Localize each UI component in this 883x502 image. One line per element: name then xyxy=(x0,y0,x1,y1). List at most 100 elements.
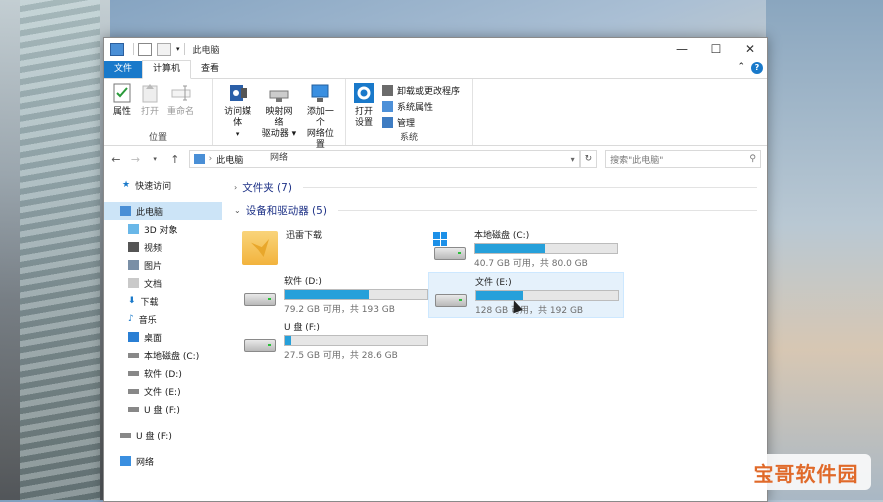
drive-f-tile[interactable]: U 盘 (F:) 27.5 GB 可用，共 28.6 GB xyxy=(238,318,432,362)
thunder-download-folder[interactable]: 迅雷下载 xyxy=(238,226,432,270)
watermark: 宝哥软件园 xyxy=(741,454,871,490)
drive-icon xyxy=(128,370,139,376)
tab-computer[interactable]: 计算机 xyxy=(142,60,192,79)
open-icon xyxy=(142,84,158,103)
nav-quick-access[interactable]: ★ 快速访问 xyxy=(104,176,222,194)
windows-drive-icon xyxy=(128,352,139,358)
window-title: 此电脑 xyxy=(192,45,220,56)
network-location-icon xyxy=(311,84,329,102)
media-icon xyxy=(229,85,247,101)
search-icon: ⚲ xyxy=(749,154,756,164)
nav-drive-c[interactable]: 本地磁盘 (C:) xyxy=(104,346,222,364)
uninstall-programs-button[interactable]: 卸载或更改程序 xyxy=(382,84,460,97)
folders-section-header[interactable]: › 文件夹 (7) xyxy=(234,180,767,195)
up-button[interactable]: ↑ xyxy=(169,153,181,166)
devices-section-header[interactable]: ⌄ 设备和驱动器 (5) xyxy=(234,203,767,218)
chevron-right-icon: › xyxy=(234,183,238,192)
map-drive-button[interactable]: 映射网络 驱动器 ▾ xyxy=(258,82,299,151)
address-input[interactable]: › 此电脑 ▾ xyxy=(188,150,580,168)
address-path: 此电脑 xyxy=(216,155,244,166)
drive-c-tile[interactable]: 本地磁盘 (C:) 40.7 GB 可用，共 80.0 GB xyxy=(428,226,622,270)
nav-this-pc[interactable]: 此电脑 xyxy=(104,202,222,220)
properties-icon xyxy=(113,83,131,103)
rename-button[interactable]: 重命名 xyxy=(164,82,197,131)
music-note-icon: ♪ xyxy=(128,314,134,324)
desktop-icon xyxy=(128,332,139,342)
nav-downloads[interactable]: ⬇ 下载 xyxy=(104,292,222,310)
download-arrow-icon: ⬇ xyxy=(128,296,136,306)
computer-icon xyxy=(110,42,124,56)
nav-documents[interactable]: 文档 xyxy=(104,274,222,292)
drive-c-usage-bar xyxy=(474,242,618,254)
picture-icon xyxy=(128,260,139,270)
nav-desktop[interactable]: 桌面 xyxy=(104,328,222,346)
windows-drive-icon xyxy=(432,232,466,264)
computer-icon xyxy=(120,206,131,216)
minimize-button[interactable]: — xyxy=(665,38,699,60)
group-network: 访问媒体 ▾ 映射网络 驱动器 ▾ 添加一个 网络位置 网络 xyxy=(213,79,346,163)
close-button[interactable]: ✕ xyxy=(733,38,767,60)
map-drive-icon xyxy=(269,90,289,102)
properties-check-icon[interactable] xyxy=(138,42,152,56)
drive-e-usage-bar xyxy=(475,289,619,301)
cube-icon xyxy=(128,224,139,234)
drive-icon xyxy=(433,279,467,311)
drive-f-usage-bar xyxy=(284,334,428,346)
nav-drive-f[interactable]: U 盘 (F:) xyxy=(104,400,222,418)
rename-icon xyxy=(171,85,190,101)
nav-videos[interactable]: 视频 xyxy=(104,238,222,256)
drive-d-tile[interactable]: 软件 (D:) 79.2 GB 可用，共 193 GB xyxy=(238,272,432,316)
ribbon-collapse-icon[interactable]: ⌃ xyxy=(737,62,745,74)
drive-e-tile[interactable]: 文件 (E:) 128 GB 可用，共 192 GB xyxy=(428,272,624,318)
usb-drive-icon xyxy=(128,406,139,412)
tab-file[interactable]: 文件 xyxy=(104,61,143,78)
this-pc-icon xyxy=(193,154,205,164)
nav-music[interactable]: ♪ 音乐 xyxy=(104,310,222,328)
refresh-button[interactable]: ↻ xyxy=(579,150,598,168)
search-input[interactable]: 搜索"此电脑" ⚲ xyxy=(605,150,761,168)
address-bar-row: ← → ▾ ↑ › 此电脑 ▾ ↻ 搜索"此电脑" ⚲ xyxy=(104,146,767,172)
settings-gear-icon xyxy=(354,83,374,103)
main-pane: › 文件夹 (7) ⌄ 设备和驱动器 (5) 迅雷下载 本地磁盘 (C:) 40… xyxy=(222,172,767,500)
nav-drive-e[interactable]: 文件 (E:) xyxy=(104,382,222,400)
navigation-pane: ★ 快速访问 此电脑 3D 对象 视频 图片 文档 ⬇ 下载 ♪ 音乐 桌面 本… xyxy=(104,172,222,500)
qa-dropdown-icon[interactable]: ▾ xyxy=(176,45,180,53)
star-icon: ★ xyxy=(122,180,131,190)
search-placeholder: 搜索"此电脑" xyxy=(610,155,664,166)
tab-view[interactable]: 查看 xyxy=(191,61,229,78)
back-button[interactable]: ← xyxy=(110,153,122,166)
address-dropdown-icon[interactable]: ▾ xyxy=(571,155,575,164)
drive-tiles: 迅雷下载 本地磁盘 (C:) 40.7 GB 可用，共 80.0 GB 软件 (… xyxy=(234,226,767,486)
chevron-down-icon: ⌄ xyxy=(234,206,241,215)
properties-button[interactable]: 属性 xyxy=(108,82,136,131)
maximize-button[interactable]: ☐ xyxy=(699,38,733,60)
ribbon: 属性 打开 重命名 位置 访问媒体 ▾ 映射网络 驱动器 ▾ 添加一个 网络位置… xyxy=(104,79,767,163)
group-label-location: 位置 xyxy=(148,133,167,143)
group-label-system: 系统 xyxy=(399,133,418,143)
nav-drive-d[interactable]: 软件 (D:) xyxy=(104,364,222,382)
nav-network[interactable]: 网络 xyxy=(104,452,222,470)
nav-usb-drive-f[interactable]: U 盘 (F:) xyxy=(104,426,222,444)
recent-locations-icon[interactable]: ▾ xyxy=(149,155,161,163)
forward-button[interactable]: → xyxy=(130,153,142,166)
network-icon xyxy=(120,456,131,466)
open-settings-button[interactable]: 打开 设置 xyxy=(350,82,378,131)
uninstall-icon xyxy=(382,85,393,96)
content-area: ★ 快速访问 此电脑 3D 对象 视频 图片 文档 ⬇ 下载 ♪ 音乐 桌面 本… xyxy=(104,172,767,500)
nav-pictures[interactable]: 图片 xyxy=(104,256,222,274)
drive-icon xyxy=(128,388,139,394)
system-properties-icon xyxy=(382,101,393,112)
system-properties-button[interactable]: 系统属性 xyxy=(382,100,460,113)
nav-3d-objects[interactable]: 3D 对象 xyxy=(104,220,222,238)
open-button[interactable]: 打开 xyxy=(136,82,164,131)
new-folder-icon[interactable] xyxy=(157,42,171,56)
drive-d-usage-bar xyxy=(284,288,428,300)
add-network-location-button[interactable]: 添加一个 网络位置 xyxy=(300,82,341,151)
group-system: 打开 设置 卸载或更改程序 系统属性 管理 系统 xyxy=(346,79,473,145)
help-icon[interactable]: ? xyxy=(751,62,763,74)
manage-button[interactable]: 管理 xyxy=(382,116,460,129)
access-media-button[interactable]: 访问媒体 ▾ xyxy=(217,82,258,151)
manage-icon xyxy=(382,117,393,128)
usb-drive-icon xyxy=(242,324,276,356)
drive-icon xyxy=(242,278,276,310)
